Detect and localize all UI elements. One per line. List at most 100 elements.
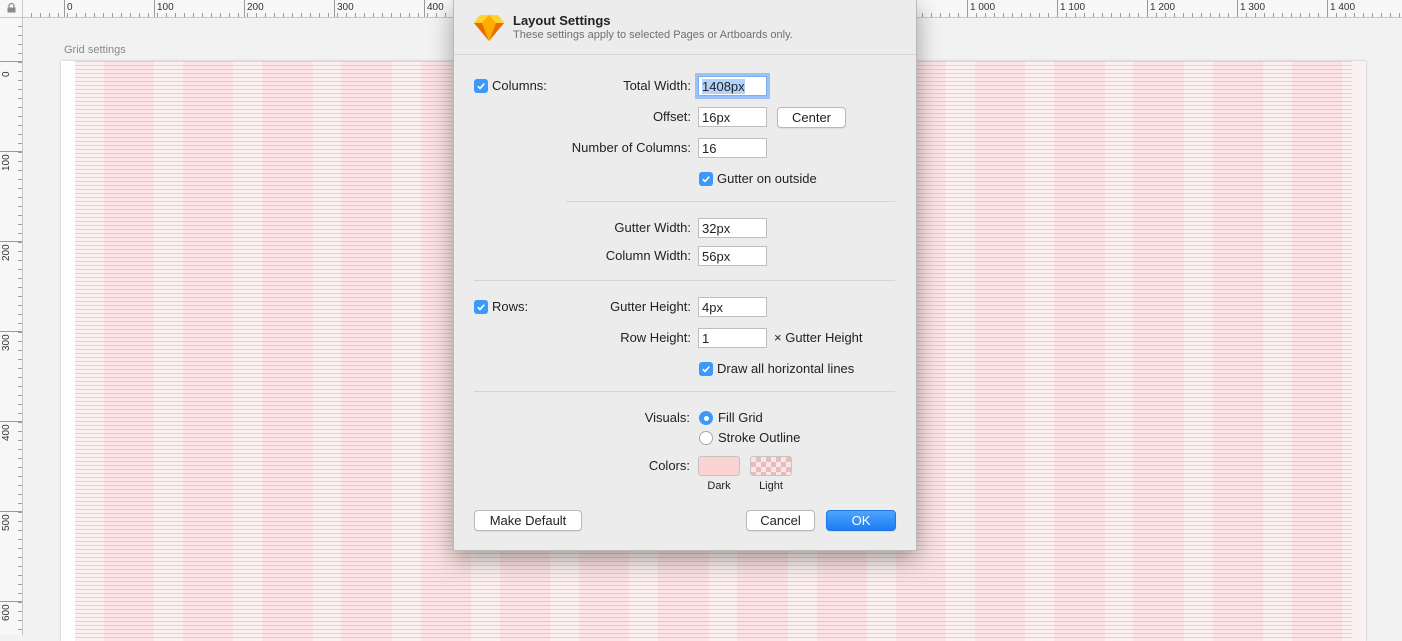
ruler-major-tick (64, 0, 65, 17)
gutter-width-field[interactable]: 32px (698, 218, 767, 238)
ruler-tick (18, 476, 22, 477)
cancel-button[interactable]: Cancel (746, 510, 815, 531)
ruler-tick (18, 521, 22, 522)
ruler-tick (18, 386, 22, 387)
ruler-tick (1336, 13, 1337, 17)
ruler-tick (1345, 13, 1346, 17)
ruler-tick (310, 13, 311, 17)
column-width-label: Column Width: (605, 248, 691, 263)
ruler-tick (184, 13, 185, 17)
column-width-field[interactable]: 56px (698, 246, 767, 266)
ruler-tick (18, 260, 22, 261)
gutter-height-field[interactable]: 4px (698, 297, 767, 317)
ruler-tick (18, 593, 22, 594)
ruler-major-tick (0, 331, 22, 332)
ruler-tick (193, 13, 194, 17)
ruler-tick (1129, 13, 1130, 17)
ruler-tick (18, 143, 22, 144)
number-of-columns-label: Number of Columns: (571, 140, 691, 155)
ruler-tick (247, 13, 248, 17)
ruler-tick (391, 13, 392, 17)
rows-label[interactable]: Rows: (492, 299, 528, 314)
ruler-label: 200 (1, 244, 12, 261)
ruler-label: 500 (1, 514, 12, 531)
ruler-tick (18, 458, 22, 459)
ruler-tick (18, 170, 22, 171)
dialog-title: Layout Settings (513, 13, 611, 28)
ruler-tick (1201, 13, 1202, 17)
dark-color-swatch[interactable] (698, 456, 740, 476)
ruler-tick (400, 13, 401, 17)
columns-label[interactable]: Columns: (492, 78, 547, 93)
offset-label: Offset: (652, 109, 691, 124)
ruler-tick (18, 404, 22, 405)
stroke-outline-label[interactable]: Stroke Outline (718, 430, 800, 445)
checkmark-icon (702, 176, 710, 183)
ruler-tick (18, 278, 22, 279)
separator (566, 201, 895, 202)
center-button[interactable]: Center (777, 107, 846, 128)
vertical-ruler[interactable]: 0 100 200 300 400 500 600 (0, 17, 23, 635)
ruler-tick (18, 494, 22, 495)
ruler-tick (18, 440, 22, 441)
ruler-major-tick (334, 0, 335, 17)
ruler-tick (18, 395, 22, 396)
total-width-field[interactable]: 1408px (698, 76, 767, 96)
columns-checkbox[interactable] (474, 79, 488, 93)
ruler-tick (1039, 13, 1040, 17)
ok-button[interactable]: OK (826, 510, 896, 531)
make-default-button[interactable]: Make Default (474, 510, 582, 531)
ruler-tick (18, 98, 22, 99)
ruler-tick (18, 125, 22, 126)
ruler-tick (18, 584, 22, 585)
ruler-tick (1399, 13, 1400, 17)
ruler-tick (265, 13, 266, 17)
row-height-field[interactable]: 1 (698, 328, 767, 348)
total-width-label: Total Width: (623, 78, 691, 93)
separator (474, 391, 895, 392)
rows-checkbox[interactable] (474, 300, 488, 314)
ruler-tick (18, 215, 22, 216)
gutter-on-outside-label[interactable]: Gutter on outside (717, 171, 817, 186)
offset-field[interactable]: 16px (698, 107, 767, 127)
ruler-label: 100 (1, 154, 12, 171)
ruler-tick (18, 62, 22, 63)
ruler-tick (148, 13, 149, 17)
ruler-tick (18, 503, 22, 504)
ruler-tick (18, 449, 22, 450)
gutter-on-outside-checkbox[interactable] (699, 172, 713, 186)
ruler-tick (18, 557, 22, 558)
ruler-tick (18, 269, 22, 270)
light-color-swatch[interactable] (750, 456, 792, 476)
ruler-major-tick (1237, 0, 1238, 17)
ruler-tick (1354, 13, 1355, 17)
ruler-tick (18, 206, 22, 207)
ruler-tick (985, 13, 986, 17)
ruler-tick (18, 512, 22, 513)
ruler-tick (1192, 13, 1193, 17)
row-height-label: Row Height: (620, 330, 691, 345)
sketch-diamond-icon (474, 15, 504, 41)
draw-all-horizontal-lines-checkbox[interactable] (699, 362, 713, 376)
ruler-tick (1030, 13, 1031, 17)
fill-grid-radio[interactable] (699, 411, 713, 425)
ruler-tick (18, 305, 22, 306)
ruler-label: 400 (427, 2, 444, 13)
ruler-tick (130, 13, 131, 17)
artboard-label[interactable]: Grid settings (64, 44, 126, 56)
number-of-columns-field[interactable]: 16 (698, 138, 767, 158)
ruler-label: 1 300 (1240, 2, 1266, 13)
draw-all-horizontal-lines-label[interactable]: Draw all horizontal lines (717, 361, 854, 376)
ruler-tick (18, 134, 22, 135)
ruler-tick (1075, 13, 1076, 17)
ruler-tick (1318, 13, 1319, 17)
ruler-tick (18, 80, 22, 81)
ruler-tick (1255, 13, 1256, 17)
fill-grid-label[interactable]: Fill Grid (718, 410, 763, 425)
ruler-tick (157, 13, 158, 17)
stroke-outline-radio[interactable] (699, 431, 713, 445)
visuals-label: Visuals: (644, 410, 690, 425)
ruler-tick (85, 13, 86, 17)
checkmark-icon (477, 304, 485, 311)
ruler-tick (18, 26, 22, 27)
